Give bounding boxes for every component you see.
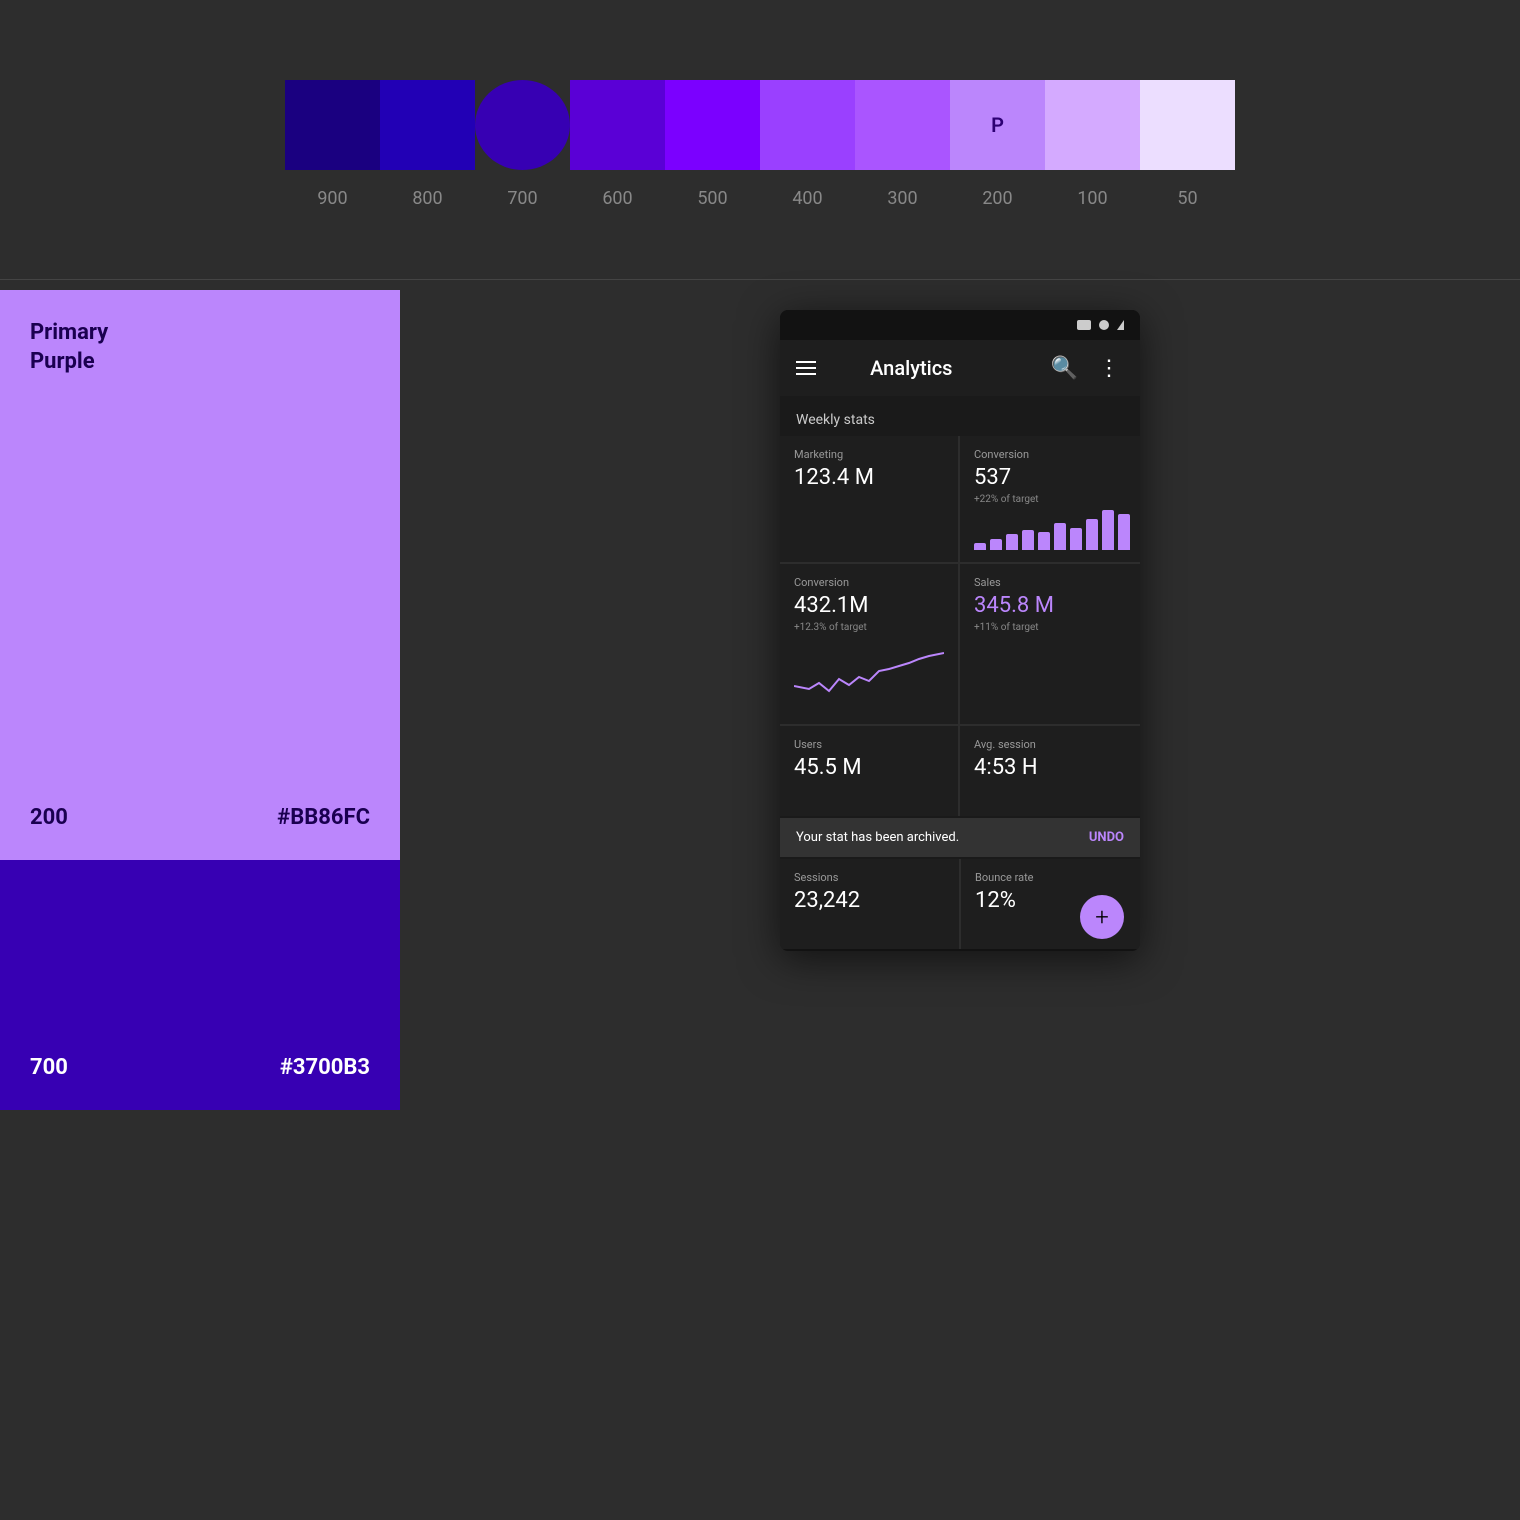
- palette-section: P 90080070060050040030020010050: [0, 0, 1520, 269]
- status-bar: [780, 310, 1140, 340]
- app-content: Weekly stats Marketing 123.4 M Conversio…: [780, 396, 1140, 949]
- conversion-bar-chart: [974, 505, 1130, 550]
- sales-label: Sales: [974, 576, 1130, 589]
- swatch-900: [285, 80, 380, 170]
- undo-button[interactable]: UNDO: [1089, 830, 1124, 845]
- sessions-value: 23,242: [794, 888, 945, 913]
- palette-label-50: 50: [1140, 188, 1235, 209]
- marketing-value: 123.4 M: [794, 465, 944, 490]
- marketing-card: Marketing 123.4 M: [780, 436, 958, 562]
- sessions-label: Sessions: [794, 871, 945, 884]
- swatch-600: [570, 80, 665, 170]
- palette-label-300: 300: [855, 188, 950, 209]
- swatch-50: [1140, 80, 1235, 170]
- wifi-icon: [1099, 320, 1109, 330]
- more-button[interactable]: ⋮: [1094, 352, 1124, 385]
- palette-swatches: P: [285, 80, 1235, 170]
- bar-segment: [990, 539, 1002, 550]
- bar-segment: [1006, 534, 1018, 550]
- palette-label-900: 900: [285, 188, 380, 209]
- users-value: 45.5 M: [794, 755, 944, 780]
- conversion-main-sub: +12.3% of target: [794, 622, 944, 633]
- users-label: Users: [794, 738, 944, 751]
- avg-session-card: Avg. session 4:53 H: [960, 726, 1140, 816]
- conversion-top-card: Conversion 537 +22% of target: [960, 436, 1140, 562]
- signal-icon: [1077, 320, 1091, 330]
- bar-segment: [1022, 530, 1034, 550]
- primary-left: Primary Purple 200 #BB86FC 700 #3700B3: [0, 290, 400, 1110]
- users-card: Users 45.5 M: [780, 726, 958, 816]
- hamburger-menu[interactable]: [796, 361, 816, 375]
- fab-button[interactable]: +: [1080, 895, 1124, 939]
- bar-segment: [1086, 519, 1098, 550]
- app-title: Analytics: [828, 356, 995, 380]
- palette-label-200: 200: [950, 188, 1045, 209]
- marketing-label: Marketing: [794, 448, 944, 461]
- palette-label-500: 500: [665, 188, 760, 209]
- bar-segment: [1070, 528, 1082, 550]
- sessions-card: Sessions 23,242: [780, 859, 959, 949]
- battery-icon: [1117, 320, 1124, 330]
- bar-segment: [1054, 523, 1066, 550]
- bar-segment: [1118, 514, 1130, 550]
- snackbar-text: Your stat has been archived.: [796, 830, 959, 845]
- color-block-200: Primary Purple 200 #BB86FC: [0, 290, 400, 860]
- color-block-700: 700 #3700B3: [0, 860, 400, 1110]
- primary-title: Primary: [30, 320, 370, 345]
- app-bar: Analytics 🔍 ⋮: [780, 340, 1140, 396]
- conversion-top-value: 537: [974, 465, 1130, 490]
- conversion-top-sub: +22% of target: [974, 494, 1130, 505]
- sales-card: Sales 345.8 M +11% of target: [960, 564, 1140, 724]
- snackbar: Your stat has been archived. UNDO: [780, 818, 1140, 857]
- sales-sub: +11% of target: [974, 622, 1130, 633]
- palette-label-800: 800: [380, 188, 475, 209]
- sales-value: 345.8 M: [974, 593, 1130, 618]
- swatch-700: [475, 80, 570, 170]
- bar-segment: [1038, 532, 1050, 550]
- avg-session-label: Avg. session: [974, 738, 1130, 751]
- line-chart: [794, 641, 944, 696]
- palette-label-600: 600: [570, 188, 665, 209]
- search-button[interactable]: 🔍: [1047, 352, 1082, 385]
- conversion-main-value: 432.1M: [794, 593, 944, 618]
- swatch-500: [665, 80, 760, 170]
- avg-session-value: 4:53 H: [974, 755, 1130, 780]
- primary-subtitle: Purple: [30, 349, 370, 374]
- bottom-stats-grid: Sessions 23,242 Bounce rate 12% +: [780, 859, 1140, 949]
- hex-700-label: #3700B3: [280, 1055, 370, 1080]
- swatch-800: [380, 80, 475, 170]
- phone-mock: Analytics 🔍 ⋮ Weekly stats Marketing 123…: [780, 310, 1140, 951]
- conversion-main-card: Conversion 432.1M +12.3% of target: [780, 564, 958, 724]
- stats-grid: Marketing 123.4 M Conversion 537 +22% of…: [780, 436, 1140, 816]
- swatch-100: [1045, 80, 1140, 170]
- bounce-rate-label: Bounce rate: [975, 871, 1126, 884]
- shade-700-label: 700: [30, 1055, 68, 1080]
- divider: [0, 279, 1520, 280]
- palette-label-100: 100: [1045, 188, 1140, 209]
- shade-200-label: 200: [30, 805, 68, 830]
- swatch-200: P: [950, 80, 1045, 170]
- weekly-stats-header: Weekly stats: [780, 396, 1140, 436]
- bar-segment: [974, 543, 986, 550]
- primary-section: Primary Purple 200 #BB86FC 700 #3700B3: [0, 290, 1520, 1110]
- palette-label-400: 400: [760, 188, 855, 209]
- swatch-400: [760, 80, 855, 170]
- hex-200-label: #BB86FC: [277, 805, 370, 830]
- palette-labels: 90080070060050040030020010050: [285, 188, 1235, 209]
- bar-segment: [1102, 510, 1114, 550]
- swatch-300: [855, 80, 950, 170]
- primary-right: Analytics 🔍 ⋮ Weekly stats Marketing 123…: [400, 290, 1520, 1110]
- palette-label-700: 700: [475, 188, 570, 209]
- conversion-top-label: Conversion: [974, 448, 1130, 461]
- conversion-main-label: Conversion: [794, 576, 944, 589]
